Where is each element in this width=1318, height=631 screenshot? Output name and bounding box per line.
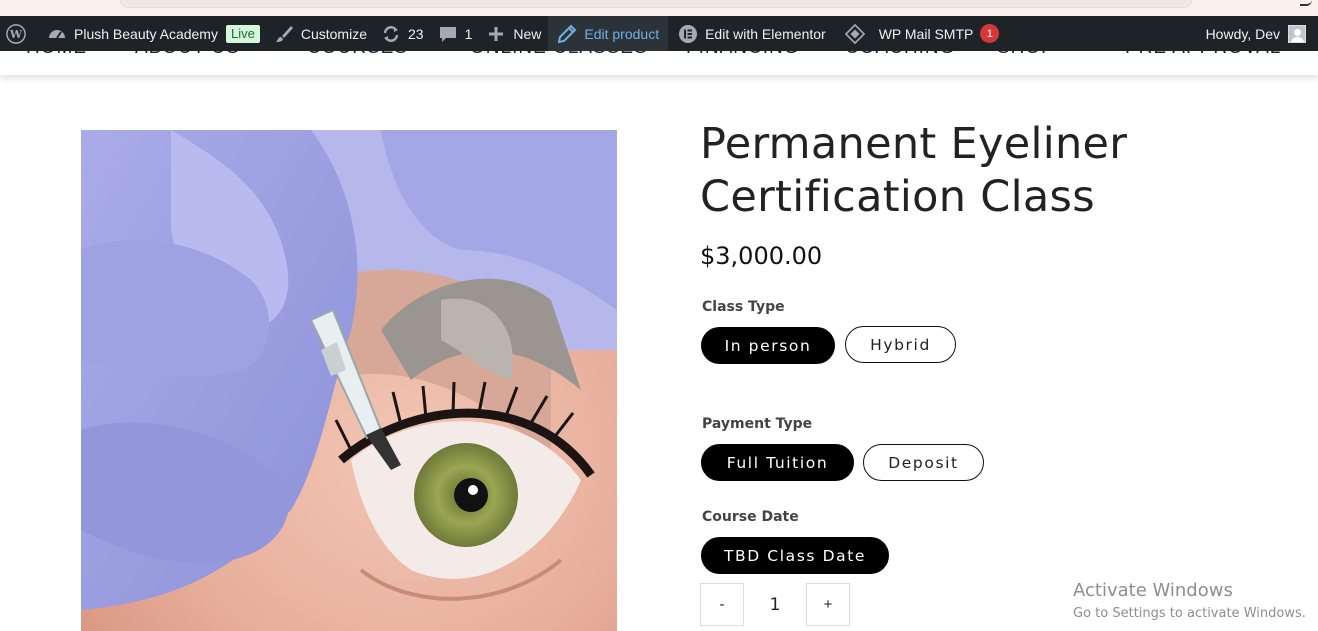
- product-summary: Permanent Eyeliner Certification Class $…: [700, 118, 1220, 626]
- edit-product-label: Edit product: [584, 25, 660, 42]
- smtp-notification-badge: 1: [980, 24, 1000, 43]
- site-name-link[interactable]: Plush Beauty Academy Live: [33, 16, 267, 51]
- live-badge: Live: [225, 24, 260, 43]
- my-account[interactable]: Howdy, Dev: [1205, 24, 1318, 43]
- nav-item-pre-approval[interactable]: PRE APPROVAL: [1125, 51, 1281, 59]
- edit-product-link[interactable]: Edit product: [548, 16, 669, 51]
- updates-count: 23: [407, 25, 424, 42]
- comments-link[interactable]: 1: [431, 16, 480, 51]
- customize-link[interactable]: Customize: [267, 16, 374, 51]
- site-name: Plush Beauty Academy: [74, 25, 218, 42]
- quantity-stepper: - +: [700, 583, 850, 626]
- brush-icon: [274, 24, 294, 44]
- swatch-in-person[interactable]: In person: [701, 327, 835, 364]
- smtp-diamond-icon: [844, 23, 865, 44]
- edit-elementor-link[interactable]: Edit with Elementor: [668, 16, 833, 51]
- new-label: New: [513, 25, 542, 42]
- product-title-line-2: Certification Class: [700, 172, 1095, 222]
- nav-item-financing[interactable]: FINANCING: [686, 51, 800, 59]
- nav-item-coaching[interactable]: COACHING: [845, 51, 955, 59]
- elementor-icon: [678, 24, 698, 44]
- wp-logo-button[interactable]: W: [0, 16, 33, 51]
- swatch-deposit[interactable]: Deposit: [863, 444, 984, 481]
- product-image[interactable]: [81, 130, 617, 631]
- site-navigation: HOME ABOUT US COURSES ONLINE CLASSES FIN…: [0, 51, 1318, 75]
- quantity-plus-button[interactable]: +: [806, 583, 850, 626]
- browser-corner: [1300, 0, 1312, 6]
- class-type-label: Class Type: [702, 299, 785, 315]
- howdy-label: Howdy, Dev: [1205, 25, 1280, 42]
- nav-item-home[interactable]: HOME: [26, 51, 87, 59]
- windows-activation-watermark: Activate Windows Go to Settings to activ…: [1073, 580, 1306, 624]
- product-title-line-1: Permanent Eyeliner: [700, 119, 1128, 169]
- svg-text:W: W: [9, 28, 23, 41]
- address-bar[interactable]: [120, 0, 1192, 8]
- swatch-hybrid[interactable]: Hybrid: [845, 326, 956, 363]
- nav-item-courses[interactable]: COURSES: [307, 51, 408, 59]
- swatch-tbd-class-date[interactable]: TBD Class Date: [701, 537, 889, 574]
- watermark-subtitle: Go to Settings to activate Windows.: [1073, 606, 1306, 621]
- swatch-full-tuition[interactable]: Full Tuition: [701, 444, 854, 481]
- wp-mail-smtp-label: WP Mail SMTP: [878, 25, 974, 42]
- quantity-minus-button[interactable]: -: [700, 583, 744, 626]
- updates-link[interactable]: 23: [374, 16, 431, 51]
- wp-admin-bar: W Plush Beauty Academy Live Customize 23…: [0, 16, 1318, 51]
- browser-chrome-strip: [0, 0, 1318, 16]
- watermark-title: Activate Windows: [1073, 580, 1233, 601]
- edit-elementor-label: Edit with Elementor: [705, 25, 826, 42]
- dashboard-icon: [47, 24, 67, 44]
- nav-item-shop[interactable]: SHOP: [997, 51, 1055, 59]
- course-date-label: Course Date: [702, 509, 799, 525]
- quantity-input[interactable]: [744, 583, 806, 626]
- new-content-link[interactable]: New: [479, 16, 548, 51]
- wordpress-icon: W: [6, 23, 26, 44]
- nav-item-online-classes[interactable]: ONLINE CLASSES: [470, 51, 648, 59]
- updates-icon: [381, 24, 401, 44]
- customize-label: Customize: [300, 25, 367, 42]
- wp-mail-smtp-link[interactable]: WP Mail SMTP 1: [833, 16, 1007, 51]
- comments-count: 1: [464, 25, 473, 42]
- nav-item-about-us[interactable]: ABOUT US: [135, 51, 240, 59]
- product-title: Permanent Eyeliner Certification Class: [700, 118, 1220, 224]
- product-price: $3,000.00: [700, 242, 823, 270]
- payment-type-label: Payment Type: [702, 416, 813, 432]
- pencil-icon: [557, 24, 577, 44]
- plus-icon: [486, 24, 506, 44]
- comment-icon: [438, 24, 458, 44]
- avatar: [1288, 24, 1306, 43]
